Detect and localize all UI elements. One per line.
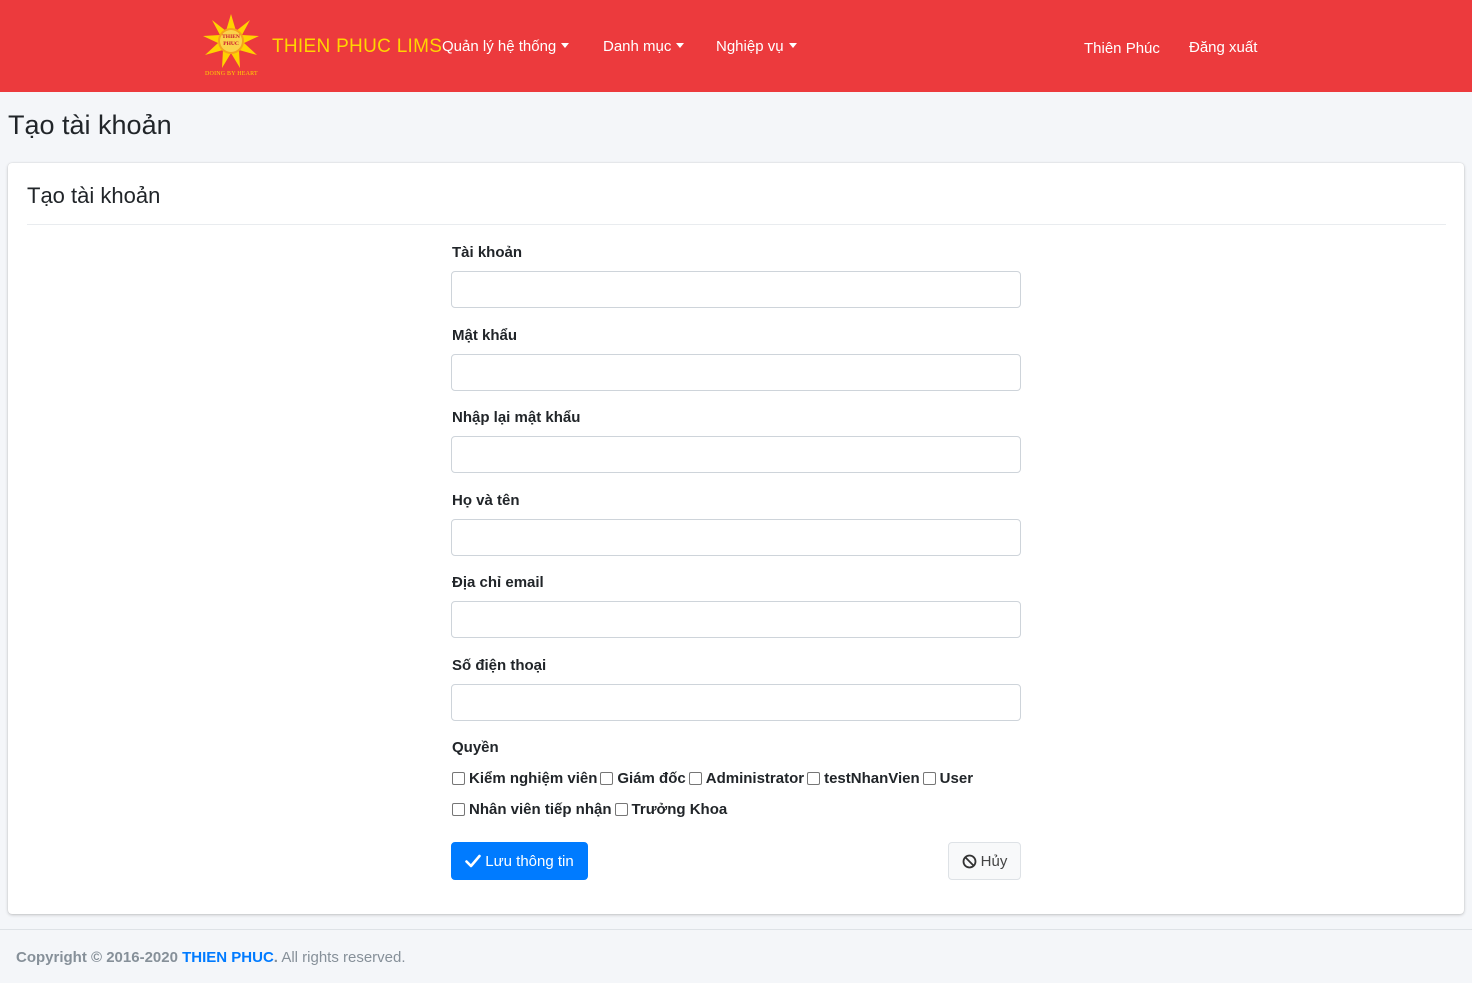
logout-link[interactable]: Đăng xuất bbox=[1189, 39, 1257, 56]
roles-row-1: Kiểm nghiệm viên Giám đốc Administrator … bbox=[452, 768, 976, 788]
card-title: Tạo tài khoản bbox=[27, 183, 161, 208]
password-label: Mật khẩu bbox=[452, 327, 518, 344]
page-title: Tạo tài khoản bbox=[8, 110, 172, 140]
nav-menu-label: Danh mục bbox=[603, 38, 672, 55]
check-icon bbox=[465, 854, 482, 868]
roles-label: Quyền bbox=[452, 739, 499, 756]
logo-tagline: DOING BY HEART bbox=[205, 71, 258, 77]
sun-logo-icon: THIEN PHUC bbox=[203, 14, 259, 68]
cancel-button[interactable]: Hủy bbox=[948, 842, 1021, 880]
footer-copyright: Copyright © 2016-2020 THIEN PHUC. All ri… bbox=[16, 949, 406, 966]
email-input[interactable] bbox=[451, 601, 1021, 638]
role-option-receptionist[interactable]: Nhân viên tiếp nhận bbox=[452, 801, 612, 818]
role-option-user[interactable]: User bbox=[922, 769, 974, 787]
role-label: Trưởng Khoa bbox=[631, 800, 728, 818]
roles-row-2: Nhân viên tiếp nhận Trưởng Khoa bbox=[452, 799, 730, 819]
email-label: Địa chỉ email bbox=[452, 574, 544, 591]
password-input[interactable] bbox=[451, 354, 1021, 391]
logo-top-text: THIEN bbox=[222, 34, 240, 40]
caret-down-icon bbox=[676, 43, 685, 48]
caret-down-icon bbox=[561, 43, 570, 48]
caret-down-icon bbox=[788, 43, 797, 48]
role-option-department-head[interactable]: Trưởng Khoa bbox=[614, 800, 728, 818]
footer-brand-link[interactable]: THIEN PHUC bbox=[182, 949, 274, 966]
save-button[interactable]: Lưu thông tin bbox=[451, 842, 588, 880]
footer-rights-text: All rights reserved. bbox=[281, 949, 406, 966]
role-label: Giám đốc bbox=[617, 769, 686, 787]
nav-menu-label: Nghiệp vụ bbox=[716, 38, 784, 55]
ban-icon bbox=[962, 854, 977, 869]
role-checkbox[interactable] bbox=[922, 771, 936, 785]
confirm-password-label: Nhập lại mật khẩu bbox=[452, 409, 581, 426]
role-checkbox[interactable] bbox=[688, 771, 702, 785]
role-label: Nhân viên tiếp nhận bbox=[469, 800, 612, 818]
confirm-password-input[interactable] bbox=[451, 436, 1021, 473]
cancel-button-label: Hủy bbox=[980, 852, 1008, 870]
full-name-input[interactable] bbox=[451, 519, 1021, 556]
role-option-director[interactable]: Giám đốc bbox=[600, 769, 686, 787]
brand-logo[interactable]: THIEN PHUC DOING BY HEART bbox=[202, 14, 260, 78]
user-name-link[interactable]: Thiên Phúc bbox=[1084, 40, 1160, 57]
nav-menu-label: Quản lý hệ thống bbox=[442, 38, 557, 55]
nav-menu-operations[interactable]: Nghiệp vụ bbox=[716, 38, 797, 55]
role-checkbox[interactable] bbox=[452, 771, 465, 785]
role-label: User bbox=[939, 769, 974, 787]
role-checkbox[interactable] bbox=[452, 802, 465, 816]
role-label: testNhanVien bbox=[824, 769, 920, 787]
role-option-testnhanvien[interactable]: testNhanVien bbox=[807, 770, 920, 787]
footer-period: . bbox=[273, 949, 278, 966]
full-name-label: Họ và tên bbox=[452, 492, 520, 509]
nav-menu-system-management[interactable]: Quản lý hệ thống bbox=[442, 38, 570, 55]
role-option-tester[interactable]: Kiểm nghiệm viên bbox=[452, 770, 597, 787]
role-label: Administrator bbox=[705, 769, 805, 787]
role-checkbox[interactable] bbox=[614, 802, 628, 816]
create-account-card: Tạo tài khoản Tài khoản Mật khẩu Nhập lạ… bbox=[8, 163, 1464, 914]
top-navbar: THIEN PHUC DOING BY HEART THIEN PHUC LIM… bbox=[0, 0, 1472, 92]
username-label: Tài khoản bbox=[452, 244, 523, 261]
save-button-label: Lưu thông tin bbox=[485, 852, 574, 870]
role-checkbox[interactable] bbox=[807, 771, 821, 785]
role-option-administrator[interactable]: Administrator bbox=[688, 769, 805, 787]
phone-label: Số điện thoại bbox=[452, 657, 547, 674]
username-input[interactable] bbox=[451, 271, 1021, 308]
role-label: Kiểm nghiệm viên bbox=[469, 769, 598, 787]
phone-input[interactable] bbox=[451, 684, 1021, 721]
nav-menu-catalog[interactable]: Danh mục bbox=[603, 38, 685, 55]
role-checkbox[interactable] bbox=[600, 771, 614, 785]
footer-copyright-prefix: Copyright © 2016-2020 bbox=[16, 949, 178, 966]
card-header-divider bbox=[27, 224, 1446, 225]
footer-divider bbox=[0, 929, 1472, 930]
logo-sub-text: PHUC bbox=[223, 41, 239, 47]
brand-title[interactable]: THIEN PHUC LIMS bbox=[272, 36, 442, 58]
